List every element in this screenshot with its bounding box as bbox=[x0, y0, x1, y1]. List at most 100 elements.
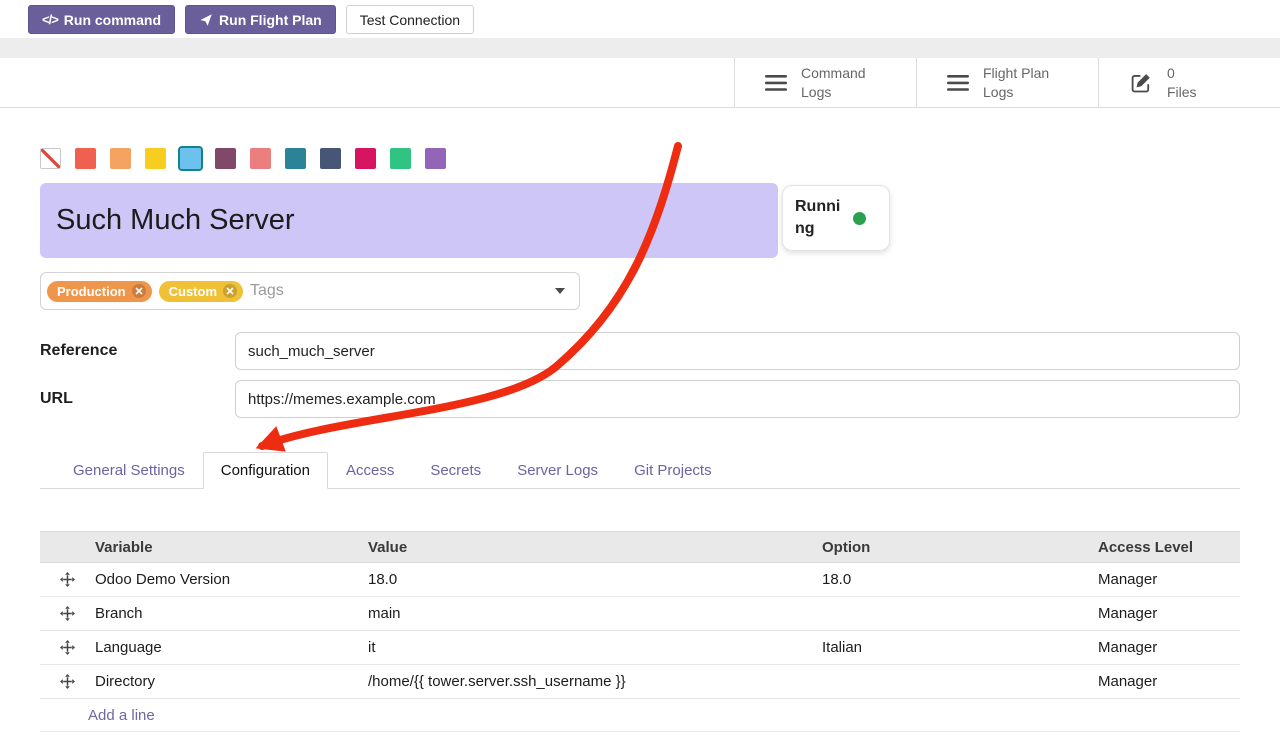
cell-value[interactable]: 18.0 bbox=[368, 571, 822, 588]
page: </> Run command Run Flight Plan Test Con… bbox=[0, 0, 1280, 742]
tag-custom-label: Custom bbox=[169, 284, 217, 299]
cell-variable[interactable]: Odoo Demo Version bbox=[95, 571, 368, 588]
cell-value[interactable]: it bbox=[368, 639, 822, 656]
top-toolbar: </> Run command Run Flight Plan Test Con… bbox=[0, 0, 1280, 38]
col-value: Value bbox=[368, 539, 822, 556]
table-row[interactable]: Odoo Demo Version 18.0 18.0 Manager bbox=[40, 563, 1240, 597]
table-row[interactable]: Directory /home/{{ tower.server.ssh_user… bbox=[40, 665, 1240, 699]
cell-option[interactable]: Italian bbox=[822, 639, 1098, 656]
color-swatch-fuchsia[interactable] bbox=[355, 148, 376, 169]
files-count: 0 bbox=[1167, 64, 1197, 82]
color-swatch-teal[interactable] bbox=[285, 148, 306, 169]
tags-placeholder: Tags bbox=[250, 282, 284, 300]
notebook-tabs: General Settings Configuration Access Se… bbox=[40, 452, 1240, 489]
command-logs-label: Command Logs bbox=[801, 64, 866, 100]
command-logs-line1: Command bbox=[801, 64, 866, 82]
edit-pencil-icon bbox=[1129, 71, 1153, 95]
tag-production: Production bbox=[47, 281, 152, 302]
color-swatch-red[interactable] bbox=[75, 148, 96, 169]
flight-plan-logs-line2: Logs bbox=[983, 83, 1049, 101]
tag-production-label: Production bbox=[57, 284, 126, 299]
title-row: Such Much Server Running bbox=[40, 183, 1240, 258]
cell-access[interactable]: Manager bbox=[1098, 571, 1240, 588]
color-swatch-salmon[interactable] bbox=[250, 148, 271, 169]
tags-input[interactable]: Production Custom Tags bbox=[40, 272, 580, 310]
run-flight-plan-label: Run Flight Plan bbox=[219, 12, 322, 28]
tab-server-logs[interactable]: Server Logs bbox=[499, 452, 616, 489]
form-sheet: Such Much Server Running Production Cust… bbox=[0, 148, 1280, 732]
flight-plan-logs-label: Flight Plan Logs bbox=[983, 64, 1049, 100]
run-flight-plan-button[interactable]: Run Flight Plan bbox=[185, 5, 336, 34]
reference-input[interactable]: such_much_server bbox=[235, 332, 1240, 370]
tab-git-projects[interactable]: Git Projects bbox=[616, 452, 730, 489]
add-a-line-link[interactable]: Add a line bbox=[88, 707, 155, 724]
status-label: Running bbox=[795, 196, 847, 239]
add-line-row: Add a line bbox=[40, 699, 1240, 732]
tag-custom: Custom bbox=[159, 281, 243, 302]
list-icon bbox=[765, 74, 787, 92]
cell-access[interactable]: Manager bbox=[1098, 605, 1240, 622]
tag-custom-remove-icon[interactable] bbox=[223, 284, 237, 298]
color-swatch-cyan-selected[interactable] bbox=[180, 148, 201, 169]
color-swatch-orange[interactable] bbox=[110, 148, 131, 169]
cell-value[interactable]: /home/{{ tower.server.ssh_username }} bbox=[368, 673, 822, 690]
tab-access[interactable]: Access bbox=[328, 452, 412, 489]
files-button[interactable]: 0 Files bbox=[1098, 58, 1280, 107]
tab-configuration[interactable]: Configuration bbox=[203, 452, 328, 489]
stat-button-bar: Command Logs Flight Plan Logs 0 Fil bbox=[0, 58, 1280, 108]
run-command-button[interactable]: </> Run command bbox=[28, 5, 175, 34]
status-card: Running bbox=[782, 185, 890, 251]
cell-variable[interactable]: Branch bbox=[95, 605, 368, 622]
drag-handle-icon[interactable] bbox=[40, 572, 95, 587]
cell-variable[interactable]: Language bbox=[95, 639, 368, 656]
tab-secrets[interactable]: Secrets bbox=[412, 452, 499, 489]
drag-handle-icon[interactable] bbox=[40, 606, 95, 621]
color-swatch-dark-purple[interactable] bbox=[215, 148, 236, 169]
table-row[interactable]: Language it Italian Manager bbox=[40, 631, 1240, 665]
url-value: https://memes.example.com bbox=[248, 391, 436, 408]
col-access-level: Access Level bbox=[1098, 539, 1240, 556]
list-icon bbox=[947, 74, 969, 92]
command-logs-button[interactable]: Command Logs bbox=[734, 58, 916, 107]
url-label: URL bbox=[40, 390, 235, 408]
color-swatch-purple[interactable] bbox=[425, 148, 446, 169]
drag-handle-icon[interactable] bbox=[40, 674, 95, 689]
color-swatch-dark-blue[interactable] bbox=[320, 148, 341, 169]
status-running-dot bbox=[853, 212, 866, 225]
color-swatch-yellow[interactable] bbox=[145, 148, 166, 169]
test-connection-label: Test Connection bbox=[360, 12, 460, 28]
table-row[interactable]: Branch main Manager bbox=[40, 597, 1240, 631]
cell-option[interactable]: 18.0 bbox=[822, 571, 1098, 588]
variables-table: Variable Value Option Access Level Odoo … bbox=[40, 531, 1240, 732]
cell-value[interactable]: main bbox=[368, 605, 822, 622]
run-command-label: Run command bbox=[64, 12, 161, 28]
col-variable: Variable bbox=[95, 539, 368, 556]
reference-value: such_much_server bbox=[248, 343, 375, 360]
table-header-row: Variable Value Option Access Level bbox=[40, 531, 1240, 563]
chevron-down-icon[interactable] bbox=[555, 288, 565, 294]
cell-access[interactable]: Manager bbox=[1098, 639, 1240, 656]
flight-plan-logs-button[interactable]: Flight Plan Logs bbox=[916, 58, 1098, 107]
color-swatch-green[interactable] bbox=[390, 148, 411, 169]
code-icon: </> bbox=[42, 12, 58, 27]
field-group: Reference such_much_server URL https://m… bbox=[40, 332, 1240, 418]
separator-band bbox=[0, 38, 1280, 58]
flight-plan-logs-line1: Flight Plan bbox=[983, 64, 1049, 82]
server-name-input[interactable]: Such Much Server bbox=[40, 183, 778, 258]
col-option: Option bbox=[822, 539, 1098, 556]
color-swatch-none[interactable] bbox=[40, 148, 61, 169]
reference-label: Reference bbox=[40, 342, 235, 360]
test-connection-button[interactable]: Test Connection bbox=[346, 5, 474, 34]
drag-handle-icon[interactable] bbox=[40, 640, 95, 655]
cell-access[interactable]: Manager bbox=[1098, 673, 1240, 690]
command-logs-line2: Logs bbox=[801, 83, 866, 101]
color-picker bbox=[40, 148, 1240, 169]
server-name-text: Such Much Server bbox=[56, 204, 295, 237]
files-label: 0 Files bbox=[1167, 64, 1197, 100]
tag-production-remove-icon[interactable] bbox=[132, 284, 146, 298]
cell-variable[interactable]: Directory bbox=[95, 673, 368, 690]
url-input[interactable]: https://memes.example.com bbox=[235, 380, 1240, 418]
files-line2: Files bbox=[1167, 83, 1197, 101]
paper-plane-icon bbox=[199, 13, 213, 27]
tab-general-settings[interactable]: General Settings bbox=[55, 452, 203, 489]
